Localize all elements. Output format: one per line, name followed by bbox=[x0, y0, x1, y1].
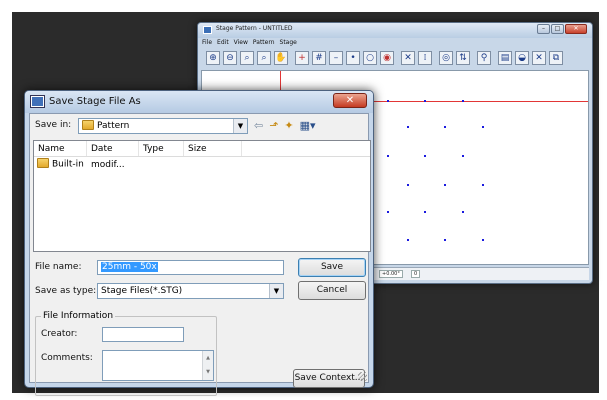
file-name-value: 25mm - 50x bbox=[101, 262, 158, 272]
dialog-client: Save in: Pattern ▼ ⇦ ⬏ ✦ ▦▾ Name Date mo… bbox=[29, 113, 371, 396]
list-item-label: Built-in bbox=[52, 159, 84, 170]
center-icon[interactable]: • bbox=[346, 51, 360, 65]
target-icon[interactable]: ◉ bbox=[380, 51, 394, 65]
pattern-point[interactable] bbox=[407, 239, 409, 241]
zoom-fit-icon[interactable]: ⌕ bbox=[240, 51, 254, 65]
folder-icon bbox=[82, 119, 94, 130]
close-icon[interactable]: ✕ bbox=[565, 24, 587, 34]
array-icon[interactable]: ⁞ bbox=[418, 51, 432, 65]
pattern-point[interactable] bbox=[462, 211, 464, 213]
col-type[interactable]: Type bbox=[139, 141, 184, 156]
menu-stage[interactable]: Stage bbox=[280, 39, 297, 46]
minimize-icon[interactable]: – bbox=[537, 24, 550, 34]
pattern-point[interactable] bbox=[462, 155, 464, 157]
file-information-legend: File Information bbox=[41, 311, 116, 321]
pattern-point[interactable] bbox=[444, 184, 446, 186]
creator-input[interactable] bbox=[102, 327, 184, 342]
file-list-header: Name Date modif... Type Size bbox=[34, 141, 370, 170]
pattern-point[interactable] bbox=[424, 100, 426, 102]
folder-icon bbox=[37, 158, 49, 168]
comments-scrollbar[interactable]: ▲ ▼ bbox=[202, 351, 213, 380]
save-in-combo[interactable]: Pattern ▼ bbox=[78, 118, 248, 134]
delete-icon[interactable]: ✕ bbox=[401, 51, 415, 65]
resize-grip-icon[interactable] bbox=[358, 372, 367, 381]
save-dialog[interactable]: Save Stage File As ✕ Save in: Pattern ▼ … bbox=[24, 90, 374, 396]
zoom-area-icon[interactable]: ⌕ bbox=[257, 51, 271, 65]
up-folder-icon[interactable]: ⬏ bbox=[269, 119, 278, 132]
status-angle: +0.00° bbox=[379, 270, 403, 278]
comments-textarea[interactable]: ▲ ▼ bbox=[102, 350, 214, 381]
grid-icon[interactable]: # bbox=[312, 51, 326, 65]
dialog-close-button[interactable]: ✕ bbox=[333, 93, 367, 108]
pattern-point[interactable] bbox=[444, 126, 446, 128]
file-list[interactable]: Name Date modif... Type Size Built-in bbox=[33, 140, 371, 252]
pattern-point[interactable] bbox=[407, 126, 409, 128]
file-name-input[interactable]: 25mm - 50x bbox=[97, 260, 284, 275]
new-folder-icon[interactable]: ✦ bbox=[284, 119, 293, 132]
zoom-in-icon[interactable]: ⊕ bbox=[206, 51, 220, 65]
save-as-type-combo[interactable]: Stage Files(*.STG) ▼ bbox=[97, 283, 284, 299]
chevron-down-icon[interactable]: ▼ bbox=[233, 119, 247, 133]
maximize-icon[interactable]: □ bbox=[551, 24, 564, 34]
cancel-button[interactable]: Cancel bbox=[298, 281, 366, 300]
dialog-title: Save Stage File As bbox=[49, 96, 141, 107]
status-count: 0 bbox=[411, 270, 421, 278]
bg-window-title: Stage Pattern - UNTITLED bbox=[216, 25, 293, 32]
pattern-point[interactable] bbox=[482, 239, 484, 241]
dialog-app-icon bbox=[31, 96, 44, 107]
circle-icon[interactable]: ○ bbox=[363, 51, 377, 65]
file-name-label: File name: bbox=[35, 262, 82, 272]
save-in-value: Pattern bbox=[97, 121, 130, 131]
zoom-out-icon[interactable]: ⊖ bbox=[223, 51, 237, 65]
pattern-point[interactable] bbox=[424, 155, 426, 157]
menu-file[interactable]: File bbox=[202, 39, 212, 46]
save-as-type-label: Save as type: bbox=[35, 286, 97, 296]
bg-titlebar[interactable]: Stage Pattern - UNTITLED – □ ✕ bbox=[198, 23, 592, 38]
cancel-icon[interactable]: ✕ bbox=[532, 51, 546, 65]
dialog-titlebar[interactable]: Save Stage File As ✕ bbox=[25, 91, 373, 113]
bg-toolbar: ⊕ ⊖ ⌕ ⌕ ✋ + # – • ○ ◉ ✕ ⁞ ◎ ⇅ ⚲ ▤ ◒ ✕ ⧉ bbox=[206, 49, 563, 67]
creator-label: Creator: bbox=[41, 329, 78, 339]
pattern-point[interactable] bbox=[462, 100, 464, 102]
comments-label: Comments: bbox=[41, 353, 93, 363]
list-item[interactable]: Built-in bbox=[37, 158, 84, 170]
pattern-point[interactable] bbox=[387, 100, 389, 102]
eye-icon[interactable]: ◒ bbox=[515, 51, 529, 65]
flip-icon[interactable]: ⇅ bbox=[456, 51, 470, 65]
pattern-point[interactable] bbox=[424, 211, 426, 213]
pan-icon[interactable]: ✋ bbox=[274, 51, 288, 65]
export-icon[interactable]: ▤ bbox=[498, 51, 512, 65]
pattern-point[interactable] bbox=[407, 184, 409, 186]
save-context-button[interactable]: Save Context... bbox=[293, 369, 365, 388]
file-information-group: File Information Creator: Comments: ▲ ▼ bbox=[35, 311, 217, 396]
pattern-point[interactable] bbox=[387, 211, 389, 213]
chevron-down-icon[interactable]: ▼ bbox=[269, 284, 283, 298]
stage-icon[interactable]: ⚲ bbox=[477, 51, 491, 65]
view-menu-icon[interactable]: ▦▾ bbox=[300, 119, 316, 132]
pattern-point[interactable] bbox=[482, 184, 484, 186]
save-as-type-value: Stage Files(*.STG) bbox=[101, 286, 183, 296]
col-date[interactable]: Date modif... bbox=[87, 141, 139, 170]
menu-view[interactable]: View bbox=[234, 39, 248, 46]
app-icon bbox=[203, 26, 212, 34]
back-icon[interactable]: ⇦ bbox=[254, 119, 263, 132]
add-point-icon[interactable]: + bbox=[295, 51, 309, 65]
ring-icon[interactable]: ◎ bbox=[439, 51, 453, 65]
save-in-label: Save in: bbox=[35, 120, 72, 130]
copy-icon[interactable]: ⧉ bbox=[549, 51, 563, 65]
line-icon[interactable]: – bbox=[329, 51, 343, 65]
menu-edit[interactable]: Edit bbox=[217, 39, 229, 46]
col-name[interactable]: Name bbox=[34, 141, 87, 156]
pattern-point[interactable] bbox=[444, 239, 446, 241]
save-button[interactable]: Save bbox=[298, 258, 366, 277]
bg-menubar: File Edit View Pattern Stage bbox=[202, 39, 297, 46]
pattern-point[interactable] bbox=[387, 155, 389, 157]
pattern-point[interactable] bbox=[482, 126, 484, 128]
col-size[interactable]: Size bbox=[184, 141, 242, 156]
menu-pattern[interactable]: Pattern bbox=[253, 39, 275, 46]
